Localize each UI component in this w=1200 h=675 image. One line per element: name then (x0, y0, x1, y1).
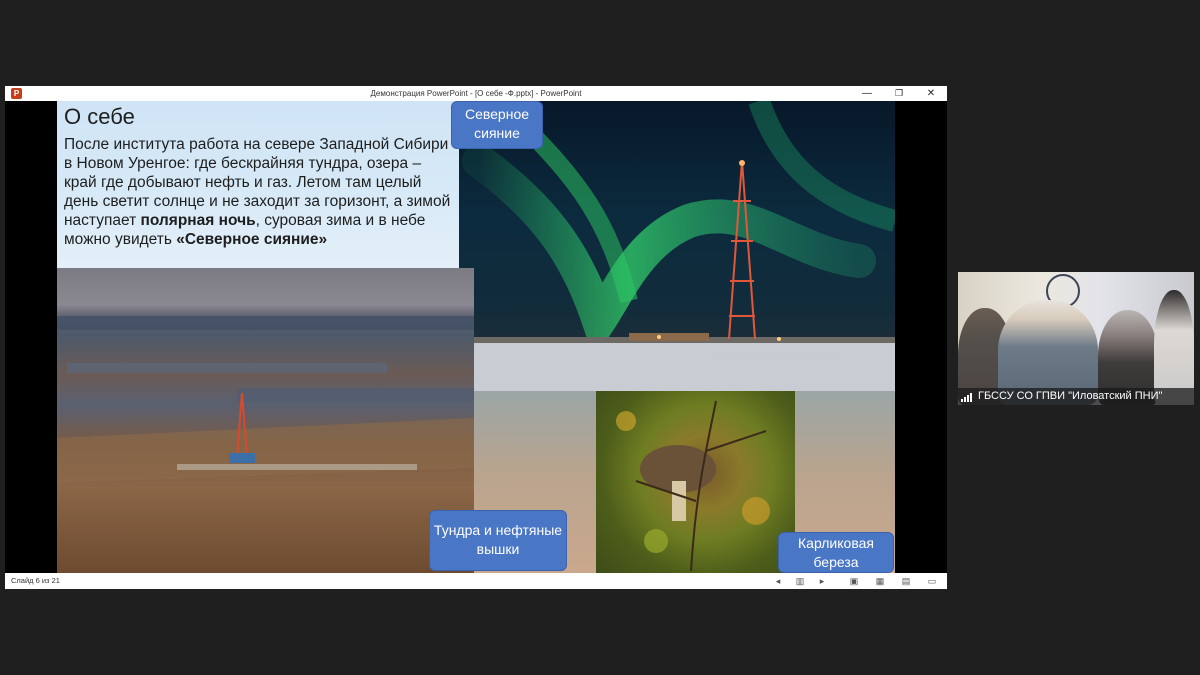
slide-body-text: После института работа на севере Западно… (64, 135, 456, 249)
photo-watermark: Алексей Решетников @ picture 1970 (717, 353, 835, 360)
tundra-oil-rig-photo (57, 268, 474, 573)
normal-view-icon[interactable]: ▣ (847, 574, 861, 588)
participant-name: ГБССУ СО ГПВИ "Иловатский ПНИ" (978, 390, 1163, 402)
label-tundra: Тундра и нефтяные вышки (429, 510, 567, 571)
body-bold-polar-night: полярная ночь (140, 212, 256, 229)
body-bold-aurora: «Северное сияние» (176, 231, 328, 248)
close-button[interactable]: ✕ (919, 86, 943, 101)
prev-slide-icon[interactable]: ◂ (771, 574, 785, 588)
dwarf-birch-photo (596, 391, 795, 573)
label-birch: Карликовая береза (778, 532, 894, 573)
status-bar: Слайд 6 из 21 ◂ ▥ ▸ ▣ ▦ ▤ ▭ (5, 573, 947, 589)
powerpoint-window: P Демонстрация PowerPoint - [О себе -Ф.p… (5, 86, 947, 589)
slide-text-panel: О себе После института работа на севере … (57, 101, 459, 268)
window-titlebar: P Демонстрация PowerPoint - [О себе -Ф.p… (5, 86, 947, 101)
slide-sorter-icon[interactable]: ▦ (873, 574, 887, 588)
maximize-button[interactable]: ❐ (887, 86, 911, 101)
slides-icon[interactable]: ▥ (793, 574, 807, 588)
label-aurora: Северное сияние (451, 101, 543, 149)
window-title: Демонстрация PowerPoint - [О себе -Ф.ppt… (370, 89, 582, 98)
next-slide-icon[interactable]: ▸ (815, 574, 829, 588)
slideshow-icon[interactable]: ▭ (925, 574, 939, 588)
participant-video-tile[interactable]: ГБССУ СО ГПВИ "Иловатский ПНИ" (958, 272, 1194, 405)
participant-name-bar: ГБССУ СО ГПВИ "Иловатский ПНИ" (958, 388, 1194, 405)
slide[interactable]: О себе После института работа на севере … (57, 101, 895, 573)
minimize-button[interactable]: — (855, 86, 879, 101)
slide-counter: Слайд 6 из 21 (11, 576, 60, 585)
signal-bars-icon (961, 392, 975, 402)
reading-view-icon[interactable]: ▤ (899, 574, 913, 588)
slide-title: О себе (64, 104, 135, 129)
